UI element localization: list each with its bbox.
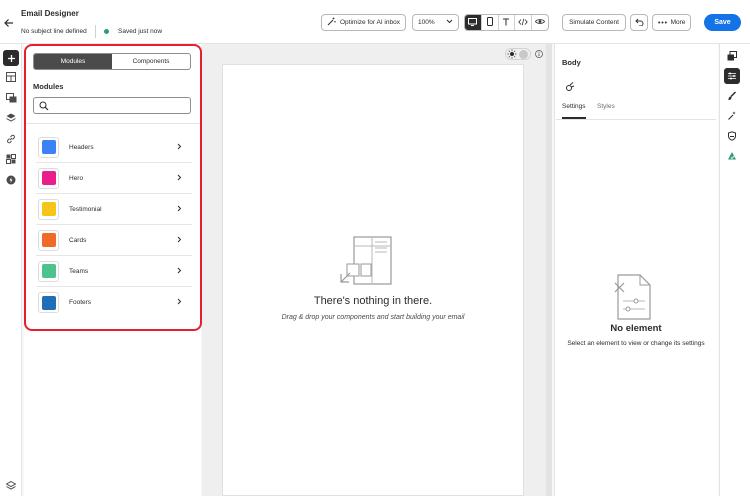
link-icon[interactable] <box>3 131 19 147</box>
personalization-icon[interactable] <box>3 172 19 188</box>
zoom-select[interactable]: 100% <box>412 14 459 31</box>
module-label: Testimonial <box>69 205 102 213</box>
no-element-subtitle: Select an element to view or change its … <box>567 340 705 347</box>
text-view-button[interactable] <box>497 15 515 30</box>
chevron-right-icon <box>177 174 182 183</box>
code-icon <box>518 18 529 28</box>
layers-icon[interactable] <box>3 110 19 126</box>
mobile-icon <box>486 17 493 28</box>
module-list: Headers Hero Testimonial Cards Teams Foo… <box>36 132 192 318</box>
simulate-content-button[interactable]: Simulate Content <box>562 14 626 31</box>
sun-icon <box>507 49 517 61</box>
no-element-title: No element <box>610 323 662 334</box>
empty-canvas-title: There's nothing in there. <box>313 295 433 307</box>
properties-title: Body <box>562 58 581 67</box>
canvas-scrollbar[interactable] <box>546 44 552 496</box>
left-rail <box>0 44 22 496</box>
tabs-divider <box>556 119 716 120</box>
layout-icon[interactable] <box>3 69 19 85</box>
module-item-teams[interactable]: Teams <box>36 256 192 287</box>
module-item-headers[interactable]: Headers <box>36 132 192 163</box>
search-icon <box>39 101 49 113</box>
tab-styles[interactable]: Styles <box>597 103 615 110</box>
module-label: Teams <box>69 267 89 275</box>
module-label: Hero <box>69 174 84 182</box>
preview-button[interactable] <box>531 15 548 30</box>
mobile-view-button[interactable] <box>480 15 498 30</box>
module-search[interactable] <box>33 97 191 114</box>
body-settings-icon <box>565 82 575 94</box>
module-item-cards[interactable]: Cards <box>36 225 192 256</box>
divider <box>95 25 96 38</box>
subject-status: No subject line defined <box>21 28 87 35</box>
info-icon[interactable] <box>535 50 543 60</box>
cards-icon <box>38 229 59 251</box>
modules-components-switch: Modules Components <box>33 53 191 70</box>
active-tab-underline <box>562 117 586 119</box>
divider <box>26 123 200 124</box>
zoom-value: 100% <box>418 19 435 26</box>
more-dots-icon <box>657 19 667 26</box>
module-item-footers[interactable]: Footers <box>36 287 192 318</box>
empty-canvas-subtitle: Drag & drop your components and start bu… <box>281 314 465 321</box>
headers-icon <box>38 136 59 158</box>
save-button[interactable]: Save <box>704 14 741 31</box>
text-icon <box>502 18 510 28</box>
add-icon[interactable] <box>3 50 19 66</box>
chevron-down-icon <box>446 19 453 26</box>
modules-title: Modules <box>33 82 64 91</box>
brush-icon[interactable] <box>724 88 740 104</box>
settings-sliders-icon[interactable] <box>724 68 740 84</box>
module-label: Cards <box>69 236 87 244</box>
content-icon[interactable] <box>724 48 740 64</box>
undo-icon <box>634 18 644 28</box>
undo-button[interactable] <box>630 14 648 31</box>
saved-status-dot <box>104 29 109 34</box>
save-status: Saved just now <box>118 28 163 35</box>
app-title: Email Designer <box>21 9 79 18</box>
magic-wand-icon <box>327 17 336 28</box>
assets-icon[interactable] <box>3 90 19 106</box>
no-element-illustration <box>614 274 652 322</box>
help-layers-icon[interactable] <box>3 478 19 494</box>
testimonial-icon <box>38 198 59 220</box>
search-input[interactable] <box>52 100 184 111</box>
brand-alignment-icon[interactable] <box>724 148 740 164</box>
fragments-icon[interactable] <box>3 151 19 167</box>
more-label: More <box>670 19 686 26</box>
teams-icon <box>38 260 59 282</box>
optimize-label: Optimize for AI inbox <box>340 19 400 26</box>
view-mode-group <box>464 14 549 31</box>
module-item-hero[interactable]: Hero <box>36 163 192 194</box>
desktop-icon <box>468 17 478 28</box>
shield-icon[interactable] <box>724 128 740 144</box>
magic-icon[interactable] <box>724 108 740 124</box>
chevron-right-icon <box>177 205 182 214</box>
chevron-right-icon <box>177 267 182 276</box>
eye-icon <box>535 18 546 27</box>
back-arrow-icon[interactable] <box>3 17 15 29</box>
header-bar: Email Designer No subject line defined S… <box>0 0 750 44</box>
tab-modules[interactable]: Modules <box>34 54 112 69</box>
code-view-button[interactable] <box>514 15 531 30</box>
more-button[interactable]: More <box>652 14 691 31</box>
empty-canvas-illustration <box>339 236 393 288</box>
module-label: Footers <box>69 299 92 306</box>
chevron-right-icon <box>177 143 182 152</box>
hero-icon <box>38 167 59 189</box>
optimize-ai-inbox-button[interactable]: Optimize for AI inbox <box>321 14 406 31</box>
chevron-right-icon <box>177 236 182 245</box>
footers-icon <box>38 292 59 313</box>
tab-settings[interactable]: Settings <box>562 103 586 110</box>
chevron-right-icon <box>177 298 182 307</box>
desktop-view-button[interactable] <box>465 15 481 30</box>
module-item-testimonial[interactable]: Testimonial <box>36 194 192 225</box>
properties-panel <box>554 44 718 496</box>
tab-components[interactable]: Components <box>112 54 190 69</box>
module-label: Headers <box>69 143 94 151</box>
